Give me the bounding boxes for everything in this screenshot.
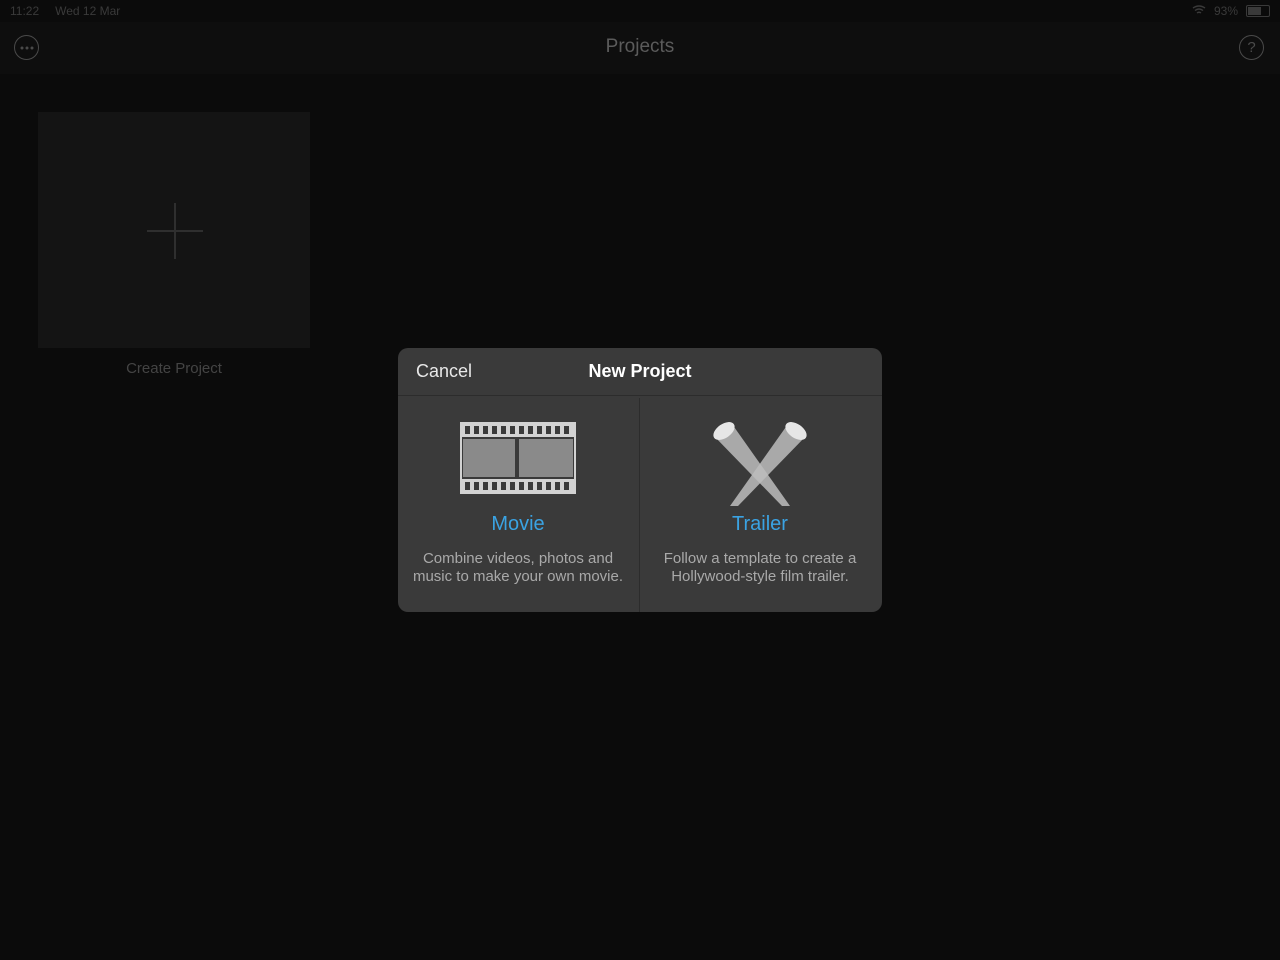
trailer-description: Follow a template to create a Hollywood-… bbox=[648, 550, 872, 586]
nav-bar: Projects ? bbox=[0, 22, 1280, 74]
trailer-option[interactable]: Trailer Follow a template to create a Ho… bbox=[640, 398, 880, 612]
screen: 11:22 Wed 12 Mar 93% Projects ? Create P… bbox=[0, 0, 1280, 960]
trailer-description-line2: Hollywood-style film trailer. bbox=[671, 568, 849, 585]
movie-description: Combine videos, photos and music to make… bbox=[406, 550, 630, 586]
movie-description-line1: Combine videos, photos and bbox=[422, 550, 614, 567]
dialog-header: Cancel New Project bbox=[398, 348, 882, 396]
new-project-dialog: Cancel New Project Movie Combine videos,… bbox=[398, 348, 882, 612]
spotlights-icon bbox=[640, 422, 880, 506]
trailer-title: Trailer bbox=[732, 513, 788, 535]
create-project-label[interactable]: Create Project bbox=[38, 360, 310, 377]
film-strip-icon bbox=[398, 422, 638, 506]
battery-icon bbox=[1246, 5, 1270, 17]
status-time: 11:22 bbox=[10, 4, 40, 18]
battery-percent: 93% bbox=[1213, 4, 1238, 18]
trailer-description-line1: Follow a template to create a bbox=[663, 550, 857, 567]
create-project-tile[interactable] bbox=[38, 112, 310, 348]
status-bar: 11:22 Wed 12 Mar 93% bbox=[0, 0, 1280, 22]
dialog-title: New Project bbox=[588, 361, 692, 381]
status-left: 11:22 Wed 12 Mar bbox=[10, 4, 120, 18]
help-icon[interactable]: ? bbox=[1239, 35, 1264, 60]
help-glyph: ? bbox=[1247, 39, 1256, 56]
status-date: Wed 12 Mar bbox=[55, 4, 121, 18]
status-right: 93% bbox=[1192, 4, 1270, 18]
movie-title: Movie bbox=[491, 513, 545, 535]
plus-icon-vertical bbox=[174, 203, 176, 259]
movie-description-line2: music to make your own movie. bbox=[412, 568, 624, 585]
wifi-icon bbox=[1192, 4, 1206, 18]
movie-option[interactable]: Movie Combine videos, photos and music t… bbox=[398, 398, 638, 612]
page-title: Projects bbox=[605, 36, 675, 57]
